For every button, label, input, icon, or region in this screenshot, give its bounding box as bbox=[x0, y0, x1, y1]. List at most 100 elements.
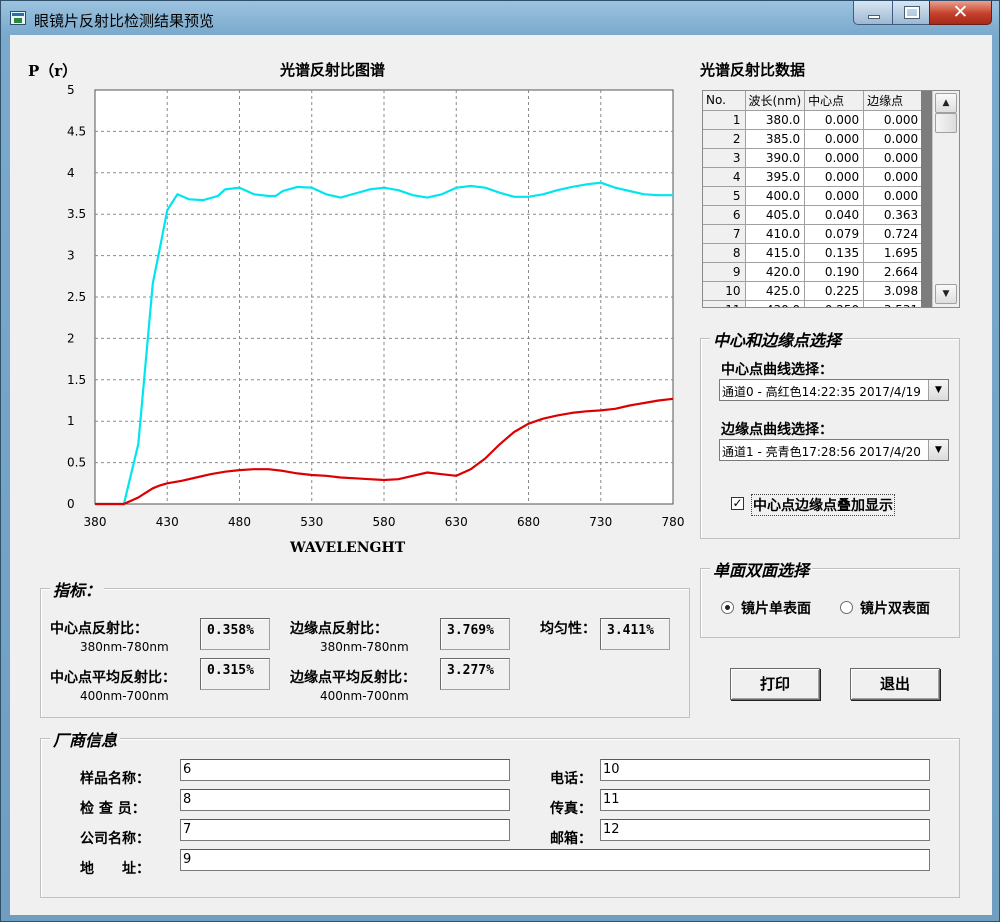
row-center: 0.079 bbox=[804, 224, 865, 244]
scroll-up-button[interactable]: ▲ bbox=[935, 93, 957, 113]
y-tick-label: 1.5 bbox=[67, 373, 86, 387]
table-row[interactable]: 4 395.0 0.000 0.000 bbox=[703, 167, 924, 187]
center-avg-range: 400nm-700nm bbox=[80, 689, 169, 703]
chart-x-axis-title: WAVELENGHT bbox=[290, 540, 406, 556]
overlay-checkbox[interactable]: ✓ bbox=[731, 497, 744, 510]
edge-reflect-value: 3.769% bbox=[440, 618, 510, 650]
company-label: 公司名称： bbox=[80, 831, 150, 847]
center-reflect-label: 中心点反射比： bbox=[50, 621, 148, 637]
row-wavelength: 425.0 bbox=[745, 281, 806, 301]
row-edge: 0.000 bbox=[863, 167, 924, 187]
x-tick-label: 730 bbox=[589, 515, 612, 529]
single-surface-label[interactable]: 镜片单表面 bbox=[741, 598, 811, 618]
row-wavelength: 410.0 bbox=[745, 224, 806, 244]
table-row[interactable]: 7 410.0 0.079 0.724 bbox=[703, 224, 924, 244]
exit-button[interactable]: 退出 bbox=[850, 668, 940, 700]
minimize-button[interactable] bbox=[853, 1, 893, 25]
y-tick-label: 2 bbox=[67, 331, 75, 345]
double-surface-radio[interactable] bbox=[840, 601, 853, 614]
table-scrollbar[interactable]: ▲ ▼ bbox=[932, 91, 959, 307]
single-surface-radio[interactable] bbox=[721, 601, 734, 614]
row-center: 0.000 bbox=[804, 167, 865, 187]
x-tick-label: 480 bbox=[228, 515, 251, 529]
table-row[interactable]: 11430.00.2503.531 bbox=[703, 300, 924, 307]
table-header-row: No. 波长(nm) 中心点 边缘点 bbox=[703, 91, 924, 111]
row-no: 1 bbox=[703, 110, 746, 130]
chevron-down-icon[interactable]: ▼ bbox=[928, 440, 948, 460]
header-no: No. bbox=[703, 91, 746, 111]
row-wavelength: 415.0 bbox=[745, 243, 806, 263]
center-curve-label: 中心点曲线选择： bbox=[721, 362, 833, 378]
table-row[interactable]: 6 405.0 0.040 0.363 bbox=[703, 205, 924, 225]
table-row[interactable]: 2 385.0 0.000 0.000 bbox=[703, 129, 924, 149]
maximize-button[interactable] bbox=[892, 1, 930, 25]
close-icon: ✕ bbox=[952, 1, 969, 23]
row-wavelength: 430.0 bbox=[745, 300, 806, 307]
close-button[interactable]: ✕ bbox=[929, 1, 992, 25]
edge-avg-value: 3.277% bbox=[440, 658, 510, 690]
y-tick-label: 3 bbox=[67, 249, 75, 263]
x-tick-label: 380 bbox=[84, 515, 107, 529]
edge-curve-label: 边缘点曲线选择： bbox=[721, 422, 833, 438]
client-area: P（r） 光谱反射比图谱 380 430 480 530 580 630 680 730 780… bbox=[10, 35, 992, 915]
fax-field[interactable]: 11 bbox=[600, 789, 930, 811]
window-title: 眼镜片反射比检测结果预览 bbox=[34, 12, 215, 30]
inspector-field[interactable]: 8 bbox=[180, 789, 510, 811]
table-row[interactable]: 3 390.0 0.000 0.000 bbox=[703, 148, 924, 168]
y-tick-label: 1 bbox=[67, 414, 75, 428]
row-center: 0.000 bbox=[804, 148, 865, 168]
row-no: 8 bbox=[703, 243, 746, 263]
center-edge-group-title: 中心和边缘点选择 bbox=[710, 327, 845, 351]
table-empty-area bbox=[921, 91, 932, 307]
y-tick-label: 4.5 bbox=[67, 124, 86, 138]
row-edge: 1.695 bbox=[863, 243, 924, 263]
phone-field[interactable]: 10 bbox=[600, 759, 930, 781]
spectral-reflectance-chart: 380 430 480 530 580 630 680 730 780 0 0.5 1 1.5 2 2.5 3… bbox=[67, 83, 684, 529]
table-row[interactable]: 9 420.0 0.190 2.664 bbox=[703, 262, 924, 282]
title-bar: 眼镜片反射比检测结果预览 ✕ bbox=[1, 1, 999, 35]
chevron-down-icon[interactable]: ▼ bbox=[928, 380, 948, 400]
row-no: 7 bbox=[703, 224, 746, 244]
row-center: 0.000 bbox=[804, 110, 865, 130]
header-wavelength: 波长(nm) bbox=[745, 91, 806, 111]
email-field[interactable]: 12 bbox=[600, 819, 930, 841]
row-no: 4 bbox=[703, 167, 746, 187]
row-edge: 3.098 bbox=[863, 281, 924, 301]
y-tick-label: 2.5 bbox=[67, 290, 86, 304]
row-center: 0.135 bbox=[804, 243, 865, 263]
row-wavelength: 420.0 bbox=[745, 262, 806, 282]
minimize-icon bbox=[868, 15, 880, 19]
center-curve-select[interactable]: 通道0 - 高红色14:22:35 2017/4/19 ▼ bbox=[719, 379, 949, 401]
row-edge: 0.000 bbox=[863, 148, 924, 168]
edge-avg-label: 边缘点平均反射比： bbox=[290, 670, 416, 686]
row-edge: 0.363 bbox=[863, 205, 924, 225]
row-wavelength: 395.0 bbox=[745, 167, 806, 187]
overlay-label[interactable]: 中心点边缘点叠加显示 bbox=[751, 494, 895, 516]
double-surface-label[interactable]: 镜片双表面 bbox=[860, 598, 930, 618]
scroll-thumb[interactable] bbox=[935, 113, 957, 133]
x-tick-label: 630 bbox=[445, 515, 468, 529]
spectral-data-table[interactable]: No. 波长(nm) 中心点 边缘点 1 380.0 0.000 0.000 2 385.… bbox=[702, 90, 960, 308]
print-button[interactable]: 打印 bbox=[730, 668, 820, 700]
sample-name-field[interactable]: 6 bbox=[180, 759, 510, 781]
table-row[interactable]: 5 400.0 0.000 0.000 bbox=[703, 186, 924, 206]
table-row[interactable]: 8 415.0 0.135 1.695 bbox=[703, 243, 924, 263]
row-edge: 2.664 bbox=[863, 262, 924, 282]
edge-curve-select[interactable]: 通道1 - 亮青色17:28:56 2017/4/20 ▼ bbox=[719, 439, 949, 461]
metrics-group-title: 指标： bbox=[50, 577, 105, 601]
company-field[interactable]: 7 bbox=[180, 819, 510, 841]
surface-group-title: 单面双面选择 bbox=[710, 557, 813, 581]
table-row[interactable]: 1 380.0 0.000 0.000 bbox=[703, 110, 924, 130]
row-center: 0.190 bbox=[804, 262, 865, 282]
email-label: 邮箱： bbox=[550, 831, 592, 847]
center-curve-value: 通道0 - 高红色14:22:35 2017/4/19 bbox=[722, 385, 921, 399]
table-row[interactable]: 10 425.0 0.225 3.098 bbox=[703, 281, 924, 301]
row-no: 11 bbox=[703, 300, 746, 307]
edge-reflect-range: 380nm-780nm bbox=[320, 640, 409, 654]
row-no: 9 bbox=[703, 262, 746, 282]
scroll-down-button[interactable]: ▼ bbox=[935, 284, 957, 304]
fax-label: 传真： bbox=[550, 801, 592, 817]
row-center: 0.000 bbox=[804, 129, 865, 149]
uniformity-value: 3.411% bbox=[600, 618, 670, 650]
address-field[interactable]: 9 bbox=[180, 849, 930, 871]
